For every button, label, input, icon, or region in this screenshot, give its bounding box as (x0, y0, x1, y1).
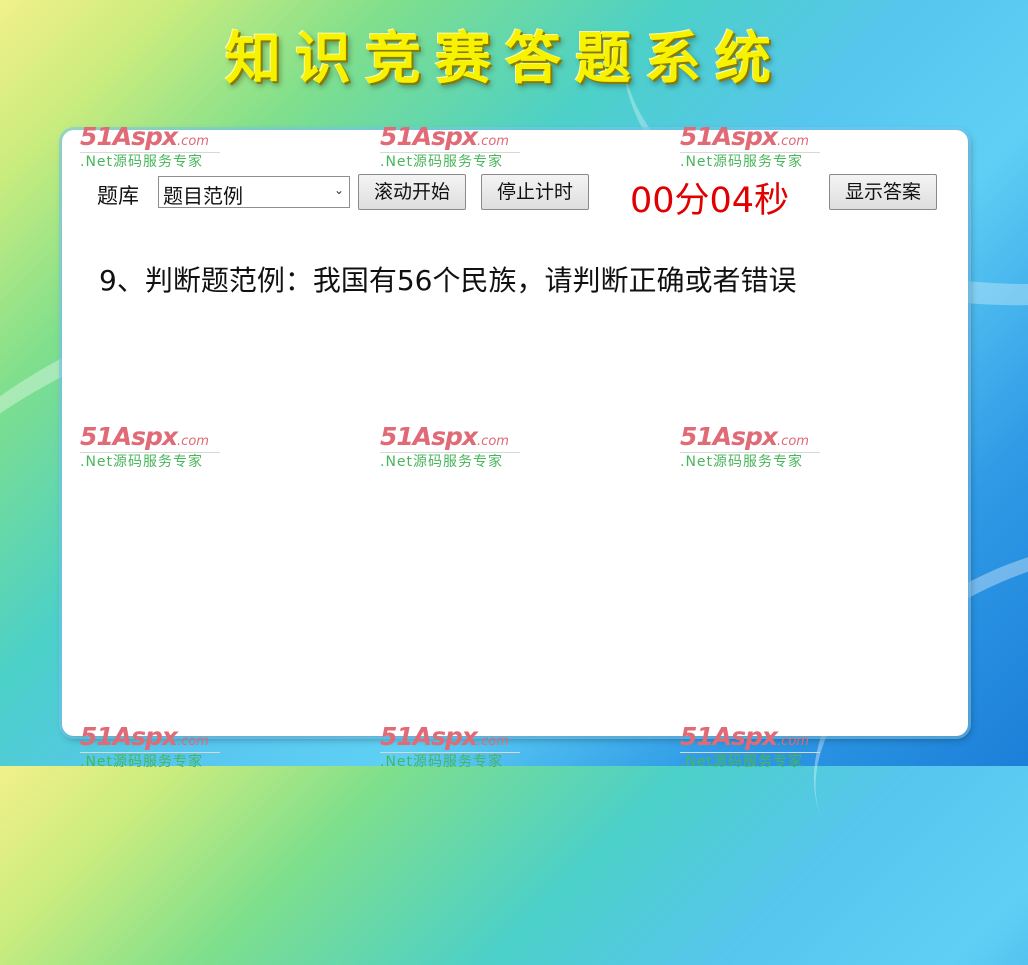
watermark-logo: 51Aspx.com .Net源码服务专家 (80, 424, 220, 476)
watermark-logo: 51Aspx.com .Net源码服务专家 (380, 724, 520, 776)
watermark-logo: 51Aspx.com .Net源码服务专家 (80, 724, 220, 776)
watermark-logo: 51Aspx.com .Net源码服务专家 (680, 124, 820, 176)
start-scroll-button[interactable]: 滚动开始 (358, 174, 466, 210)
stop-timer-button[interactable]: 停止计时 (481, 174, 589, 210)
app-title: 知识竞赛答题系统 (225, 27, 785, 92)
question-bank-select-value: 题目范例 (163, 184, 243, 208)
watermark-logo: 51Aspx.com .Net源码服务专家 (680, 724, 820, 776)
question-bank-label: 题库 (97, 184, 139, 208)
show-answer-button[interactable]: 显示答案 (829, 174, 937, 210)
watermark-logo: 51Aspx.com .Net源码服务专家 (380, 424, 520, 476)
timer-display: 00分04秒 (630, 181, 790, 221)
watermark-logo: 51Aspx.com .Net源码服务专家 (380, 124, 520, 176)
chevron-down-icon[interactable]: ⌄ (334, 183, 344, 197)
watermark-logo: 51Aspx.com .Net源码服务专家 (80, 124, 220, 176)
question-bank-select[interactable]: 题目范例 ⌄ (158, 176, 350, 208)
question-text: 9、判断题范例：我国有56个民族，请判断正确或者错误 (99, 264, 797, 297)
watermark-logo: 51Aspx.com .Net源码服务专家 (680, 424, 820, 476)
